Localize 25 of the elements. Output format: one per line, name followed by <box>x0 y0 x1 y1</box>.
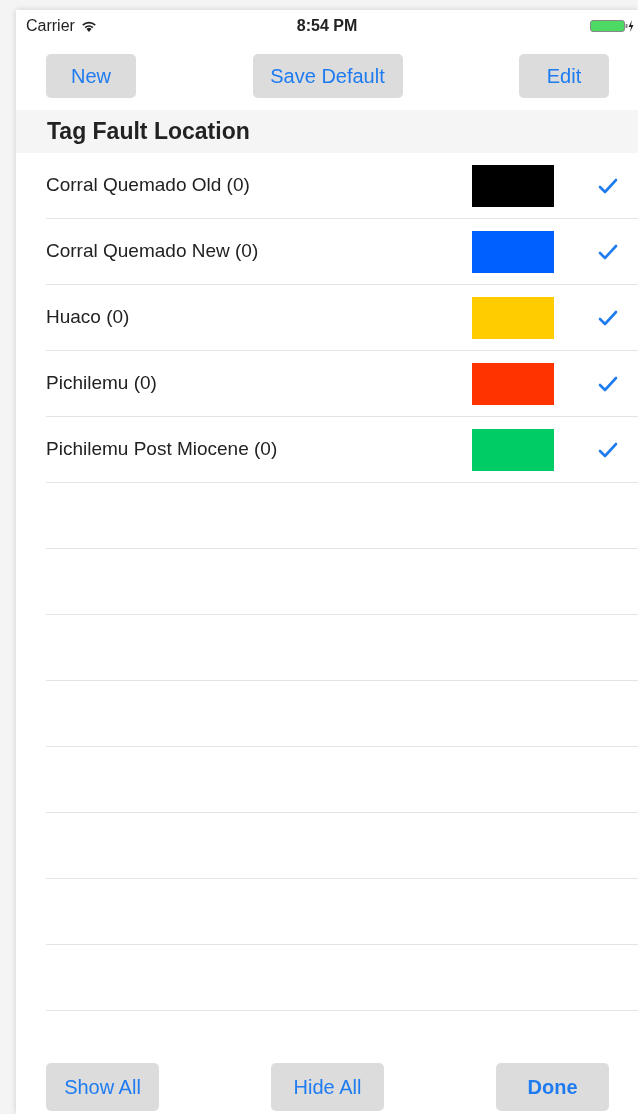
wifi-icon <box>80 20 97 32</box>
toolbar-button[interactable]: Edit <box>519 54 609 98</box>
toolbar-button[interactable]: Done <box>496 1063 609 1111</box>
color-swatch[interactable] <box>472 362 554 405</box>
color-swatch[interactable] <box>472 428 554 471</box>
section-title: Tag Fault Location <box>47 117 250 147</box>
carrier-name: Carrier <box>26 16 75 36</box>
checkmark-icon[interactable] <box>598 375 618 392</box>
checkmark-icon[interactable] <box>598 309 618 326</box>
battery-icon <box>590 19 634 33</box>
checkmark-icon[interactable] <box>598 441 618 458</box>
fault-name[interactable]: Huaco (0) <box>46 303 472 332</box>
color-swatch[interactable] <box>472 164 554 207</box>
fault-name[interactable]: Pichilemu (0) <box>46 369 472 398</box>
fault-name[interactable]: Corral Quemado New (0) <box>46 237 472 266</box>
fault-name[interactable]: Pichilemu Post Miocene (0) <box>46 435 472 464</box>
toolbar-button[interactable]: New <box>46 54 136 98</box>
status-time: 8:54 PM <box>296 16 358 36</box>
fault-name[interactable]: Corral Quemado Old (0) <box>46 171 472 200</box>
toolbar-button[interactable]: Hide All <box>271 1063 384 1111</box>
checkmark-icon[interactable] <box>598 177 618 194</box>
color-swatch[interactable] <box>472 230 554 273</box>
checkmark-icon[interactable] <box>598 243 618 260</box>
toolbar-button[interactable]: Show All <box>46 1063 159 1111</box>
toolbar-button[interactable]: Save Default <box>252 54 403 98</box>
